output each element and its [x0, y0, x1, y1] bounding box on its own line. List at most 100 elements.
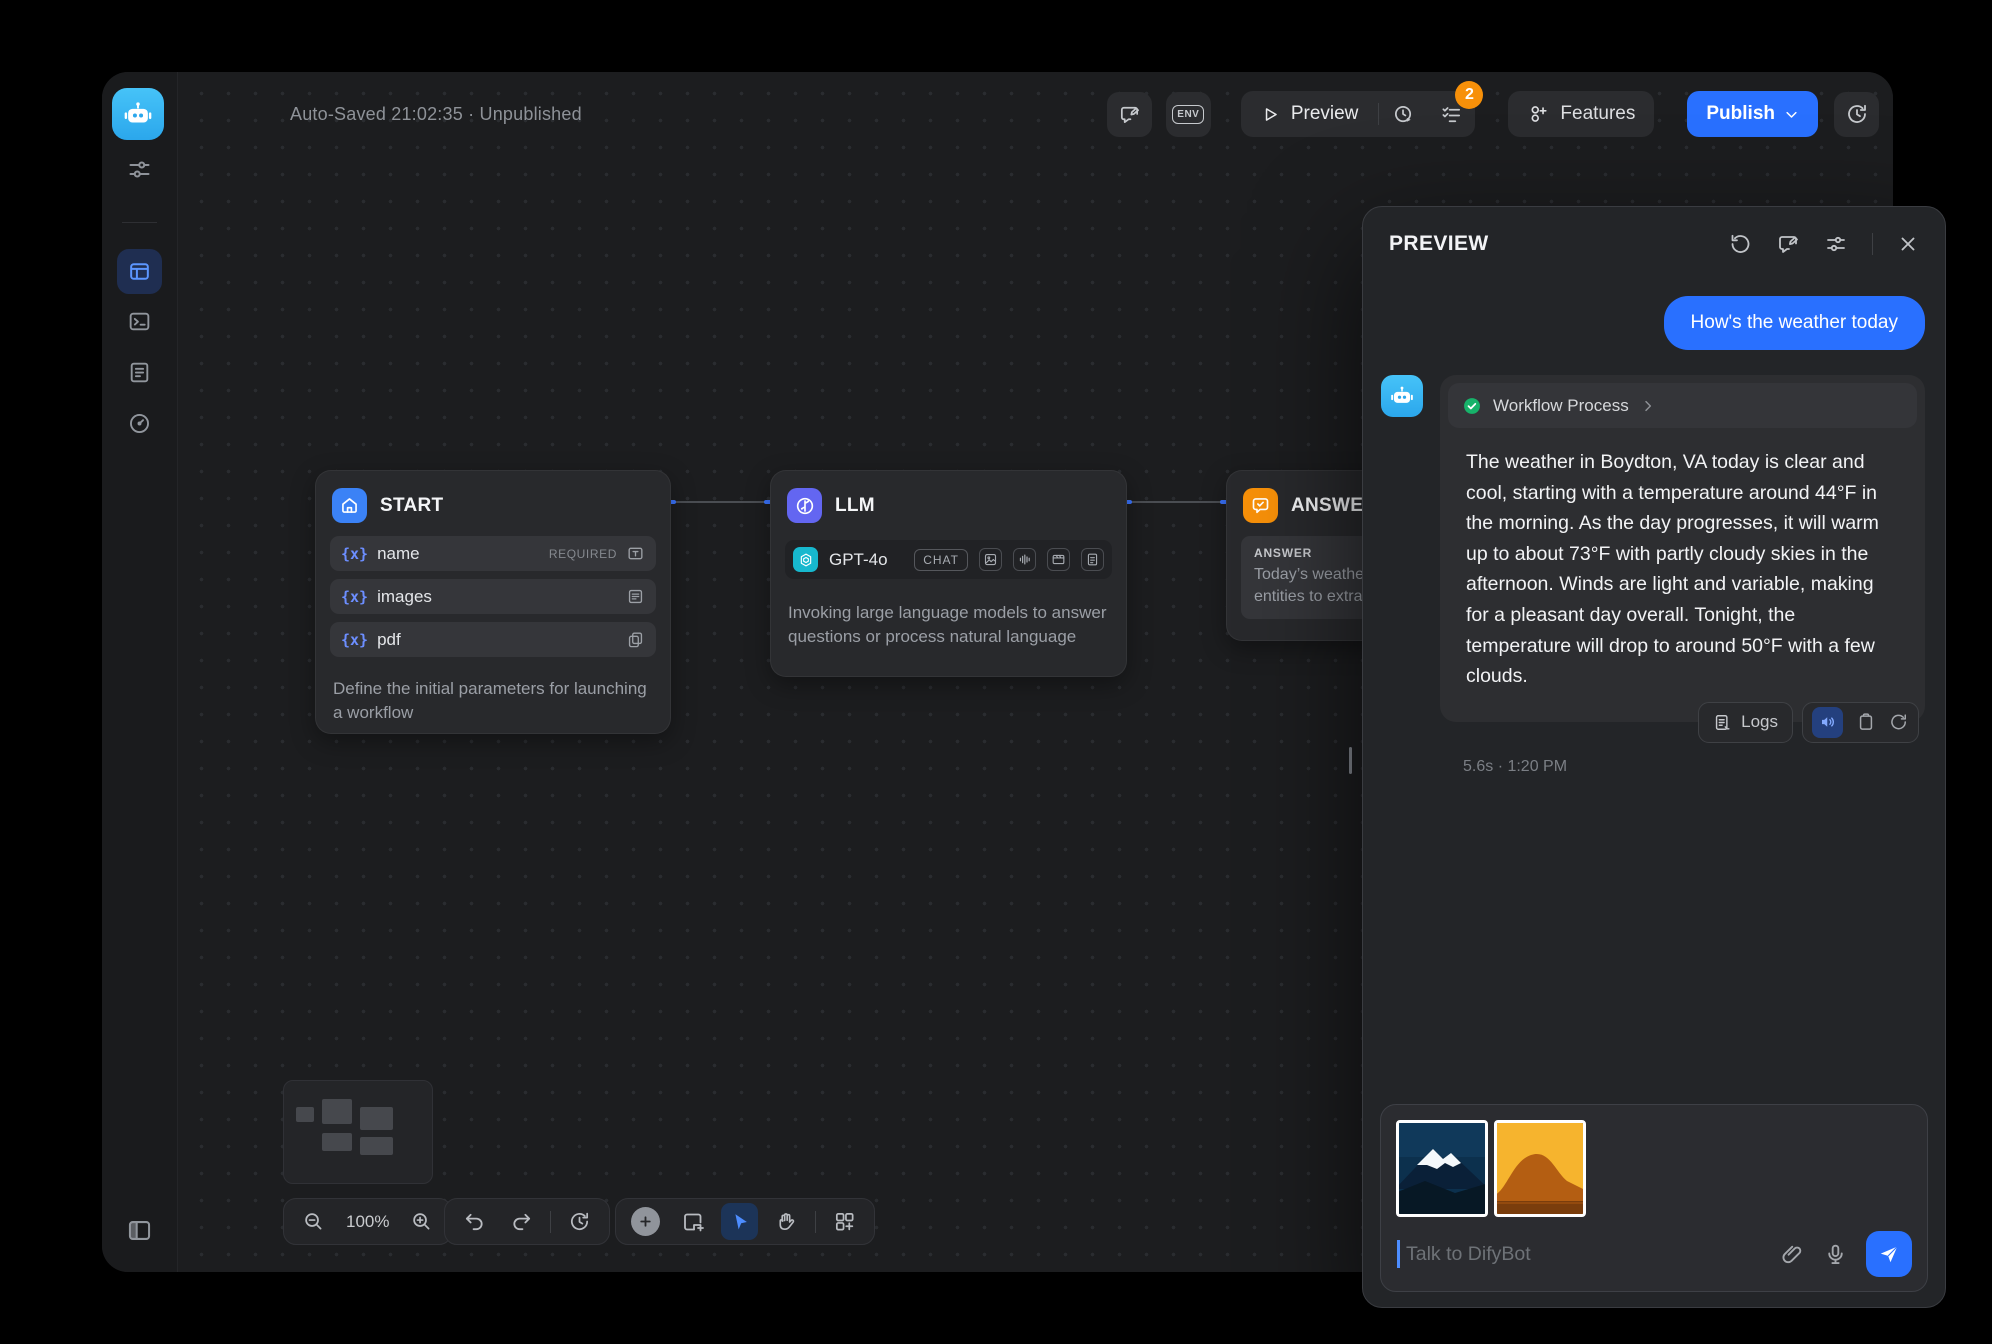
robot-icon — [1389, 383, 1415, 409]
speaker-icon — [1819, 713, 1837, 731]
change-history-button[interactable] — [561, 1203, 598, 1240]
preview-header: PREVIEW — [1363, 207, 1945, 281]
voice-input-button[interactable] — [1823, 1242, 1848, 1267]
conversation-settings-button[interactable] — [1824, 232, 1848, 256]
zoom-in-button[interactable] — [403, 1203, 440, 1240]
organize-nodes-button[interactable] — [826, 1203, 863, 1240]
history-icon — [1845, 102, 1869, 126]
publish-button[interactable]: Publish — [1687, 91, 1818, 137]
send-icon — [1878, 1243, 1900, 1265]
speak-button[interactable] — [1812, 707, 1843, 738]
logs-button[interactable]: Logs — [1698, 702, 1793, 743]
answer-icon — [1243, 488, 1278, 523]
node-llm-description: Invoking large language models to answer… — [771, 589, 1126, 667]
chevron-down-icon — [1784, 107, 1799, 122]
model-name: GPT-4o — [829, 550, 888, 570]
files-icon — [626, 630, 645, 649]
preview-run-button[interactable]: Preview — [1241, 103, 1379, 125]
panel-resize-handle[interactable] — [1349, 747, 1352, 774]
start-field-images[interactable]: {x} images — [330, 579, 656, 614]
app-logo[interactable] — [112, 88, 164, 140]
thumbnail-image-1[interactable] — [1396, 1120, 1488, 1217]
start-field-name[interactable]: {x} name REQUIRED — [330, 536, 656, 571]
chat-input[interactable] — [1406, 1243, 1762, 1266]
play-icon — [1261, 105, 1280, 124]
bot-answer-text: The weather in Boydton, VA today is clea… — [1440, 436, 1925, 722]
canvas-minimap[interactable] — [283, 1080, 433, 1184]
collapse-sidebar-button[interactable] — [126, 1217, 153, 1244]
run-group: Preview 2 — [1241, 91, 1476, 137]
video-capability-icon — [1047, 548, 1070, 571]
document-capability-icon — [1081, 548, 1104, 571]
required-tag: REQUIRED — [549, 547, 617, 561]
send-button[interactable] — [1866, 1231, 1912, 1277]
orchestrate-icon — [127, 259, 152, 284]
add-node-button[interactable] — [627, 1203, 664, 1240]
bot-message-card: Workflow Process The weather in Boydton,… — [1440, 375, 1925, 722]
terminal-icon — [127, 309, 152, 334]
model-mode-badge: CHAT — [914, 549, 968, 571]
redo-button[interactable] — [503, 1203, 540, 1240]
restart-conversation-button[interactable] — [1728, 232, 1752, 256]
workflow-settings-button[interactable] — [126, 156, 153, 183]
paragraph-icon — [626, 587, 645, 606]
edge-llm-answer — [1121, 501, 1231, 503]
screen: Auto-Saved 21:02:35 · Unpublished ENV — [0, 0, 1992, 1344]
chat-input-row — [1397, 1230, 1912, 1278]
divider — [122, 222, 157, 223]
features-icon — [1527, 103, 1549, 125]
divider — [815, 1211, 816, 1233]
version-history-button[interactable] — [1834, 92, 1879, 137]
undo-button[interactable] — [456, 1203, 493, 1240]
sidebar-item-orchestrate[interactable] — [117, 249, 162, 294]
logs-icon — [127, 360, 152, 385]
copy-button[interactable] — [1856, 712, 1876, 732]
vision-capability-icon — [979, 548, 1002, 571]
preview-panel: PREVIEW How's the weather today — [1362, 206, 1946, 1308]
workflow-process-toggle[interactable]: Workflow Process — [1448, 383, 1917, 428]
top-bar-actions: ENV Preview — [1107, 91, 1879, 137]
sidebar-item-monitoring[interactable] — [117, 401, 162, 446]
llm-icon — [787, 488, 822, 523]
zoom-toolbar: 100% — [283, 1198, 452, 1245]
top-bar: Auto-Saved 21:02:35 · Unpublished ENV — [290, 91, 1879, 137]
features-button[interactable]: Features — [1508, 91, 1654, 137]
variable-icon: {x} — [341, 545, 368, 563]
gauge-icon — [127, 411, 152, 436]
plus-circle-icon — [631, 1207, 660, 1236]
audio-capability-icon — [1013, 548, 1036, 571]
model-selector[interactable]: GPT-4o CHAT — [785, 540, 1112, 579]
close-panel-button[interactable] — [1897, 233, 1919, 255]
node-start[interactable]: START {x} name REQUIRED {x} images — [315, 470, 671, 734]
pointer-mode-button[interactable] — [721, 1203, 758, 1240]
zoom-level[interactable]: 100% — [342, 1212, 393, 1232]
start-field-pdf[interactable]: {x} pdf — [330, 622, 656, 657]
sidebar-item-logs[interactable] — [117, 350, 162, 395]
user-message-bubble: How's the weather today — [1664, 296, 1925, 350]
node-llm[interactable]: LLM GPT-4o CHAT — [770, 470, 1127, 677]
workflow-process-label: Workflow Process — [1493, 396, 1629, 416]
undo-toolbar — [444, 1198, 610, 1245]
thumbnail-image-2[interactable] — [1494, 1120, 1586, 1217]
regenerate-button[interactable] — [1889, 712, 1909, 732]
microphone-icon — [1823, 1242, 1848, 1267]
edge-start-llm — [665, 501, 775, 503]
hand-mode-button[interactable] — [768, 1203, 805, 1240]
conversation-edit-button[interactable] — [1776, 232, 1800, 256]
bot-avatar — [1381, 375, 1423, 417]
variable-icon: {x} — [341, 588, 368, 606]
annotation-button[interactable] — [1107, 92, 1152, 137]
preview-run-label: Preview — [1291, 103, 1359, 125]
logs-icon — [1713, 713, 1732, 732]
variable-icon: {x} — [341, 631, 368, 649]
env-variables-button[interactable]: ENV — [1166, 92, 1211, 137]
sidebar-item-api[interactable] — [117, 299, 162, 344]
attach-file-button[interactable] — [1780, 1242, 1805, 1267]
run-history-button[interactable] — [1379, 91, 1427, 137]
clock-play-icon — [1392, 103, 1415, 126]
robot-icon — [122, 98, 154, 130]
add-note-button[interactable] — [674, 1203, 711, 1240]
panel-left-icon — [126, 1217, 153, 1244]
zoom-out-button[interactable] — [295, 1203, 332, 1240]
home-icon — [332, 488, 367, 523]
